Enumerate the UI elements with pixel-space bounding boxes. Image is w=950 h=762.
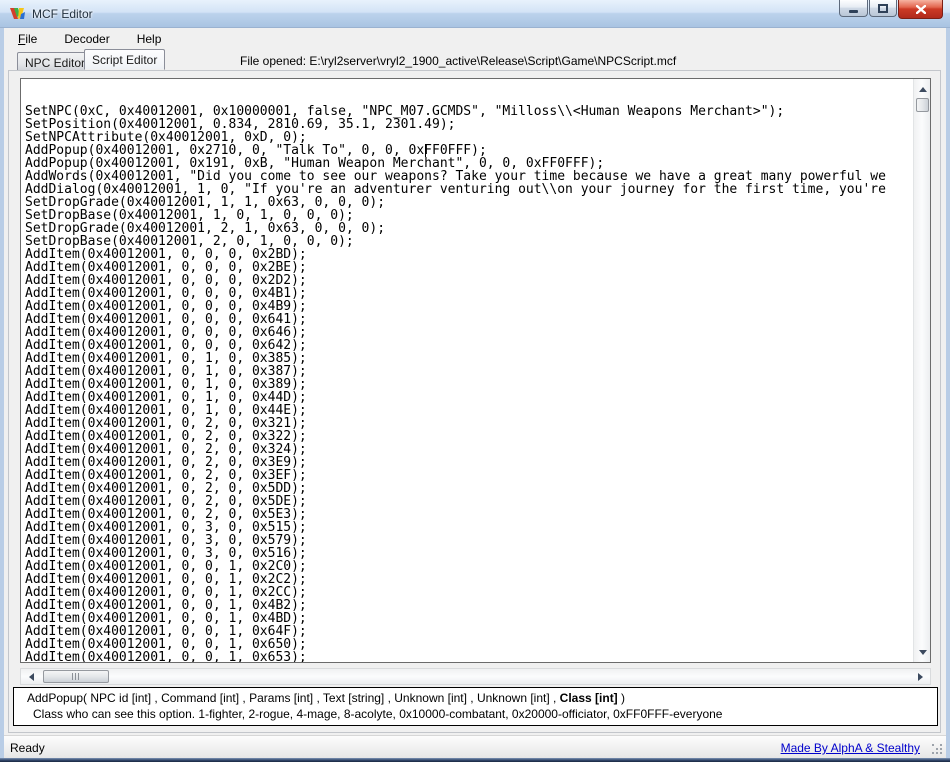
help-signature: AddPopup( NPC id [int] , Command [int] ,… xyxy=(14,688,937,705)
app-icon xyxy=(9,6,27,22)
close-icon xyxy=(916,5,926,14)
credits-link[interactable]: Made By AlphA & Stealthy xyxy=(781,741,920,755)
arrow-left-icon xyxy=(29,673,34,681)
client-area: File Decoder Help NPC Editor Script Edit… xyxy=(4,28,946,758)
vertical-scroll-thumb[interactable] xyxy=(916,98,929,112)
app-window: MCF Editor File Decoder Help NPC Editor … xyxy=(0,0,950,762)
vertical-scrollbar[interactable] xyxy=(913,79,930,662)
maximize-icon xyxy=(878,4,888,13)
tab-npc-editor[interactable]: NPC Editor xyxy=(17,52,93,70)
menu-bar: File Decoder Help xyxy=(4,28,946,50)
script-editor-page: SetNPC(0xC, 0x40012001, 0x10000001, fals… xyxy=(8,70,941,733)
status-text: Ready xyxy=(10,741,45,755)
window-controls xyxy=(838,0,943,19)
script-text-editor[interactable]: SetNPC(0xC, 0x40012001, 0x10000001, fals… xyxy=(20,78,931,663)
help-signature-prefix: AddPopup( NPC id [int] , Command [int] ,… xyxy=(27,691,560,705)
resize-grip[interactable] xyxy=(932,744,944,756)
menu-file[interactable]: File xyxy=(10,29,45,49)
horizontal-scroll-thumb[interactable] xyxy=(43,670,109,683)
tab-strip: NPC Editor Script Editor File opened: E:… xyxy=(4,50,946,70)
text-caret xyxy=(425,144,426,157)
scroll-right-button[interactable] xyxy=(912,669,928,684)
scroll-left-button[interactable] xyxy=(23,669,39,684)
scroll-down-button[interactable] xyxy=(914,644,931,660)
code-content[interactable]: SetNPC(0xC, 0x40012001, 0x10000001, fals… xyxy=(21,79,913,662)
file-opened-label: File opened: E:\ryl2server\vryl2_1900_ac… xyxy=(240,54,676,68)
maximize-button[interactable] xyxy=(869,0,897,17)
minimize-button[interactable] xyxy=(839,0,868,17)
help-signature-class-param: Class [int] xyxy=(560,691,618,705)
help-signature-suffix: ) xyxy=(618,691,625,705)
help-description: Class who can see this option. 1-fighter… xyxy=(14,705,937,721)
minimize-icon xyxy=(849,10,858,13)
resize-grip-dots-icon xyxy=(932,744,934,746)
tab-script-editor[interactable]: Script Editor xyxy=(84,49,165,70)
status-bar: Ready Made By AlphA & Stealthy xyxy=(4,735,946,758)
menu-decoder[interactable]: Decoder xyxy=(56,29,117,49)
arrow-down-icon xyxy=(919,650,927,655)
menu-help[interactable]: Help xyxy=(129,29,170,49)
window-bottom-frame xyxy=(0,758,950,762)
scroll-up-button[interactable] xyxy=(914,81,931,97)
close-button[interactable] xyxy=(898,0,943,19)
title-bar[interactable]: MCF Editor xyxy=(0,0,950,28)
command-help-panel: AddPopup( NPC id [int] , Command [int] ,… xyxy=(13,687,938,726)
horizontal-scrollbar[interactable] xyxy=(20,668,931,685)
thumb-grip-icon xyxy=(72,673,80,680)
window-title: MCF Editor xyxy=(32,7,93,21)
arrow-up-icon xyxy=(919,87,927,92)
arrow-right-icon xyxy=(918,673,923,681)
